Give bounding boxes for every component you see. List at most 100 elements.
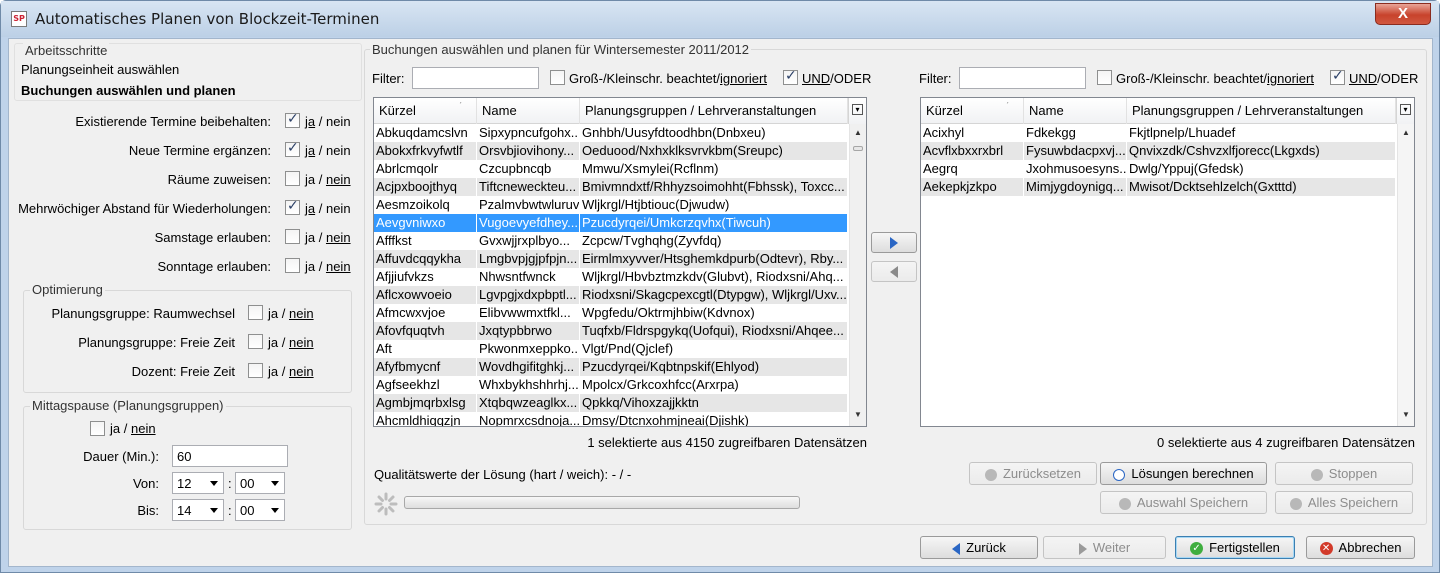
option-checkbox[interactable] [285,140,300,157]
table-row[interactable]: Agmbjmqrbxlsg Xtqbqwzeaglkx... Qpkkq/Vihox… [374,394,848,412]
table-cell: Ahcmldhiqqzjn [374,412,477,426]
table-cell: Mmwu/Xsmylei(Rcflnm) [580,160,848,178]
left-filter-input[interactable] [412,67,539,89]
table-cell: Pkwonmxeppko... [479,340,580,358]
table-cell: Vlgt/Pnd(Qjclef) [580,340,848,358]
col-name[interactable]: Name [1024,98,1127,124]
cancel-button[interactable]: ✕ Abbrechen [1306,536,1415,559]
optim-label: Planungsgruppe: Freie Zeit [78,335,235,350]
finish-button[interactable]: ✓ Fertigstellen [1175,536,1295,559]
left-scrollbar[interactable]: ▲ ▼ [849,124,866,426]
col-name[interactable]: Name [477,98,580,124]
left-case-label: Groß-/Kleinschr. beachtet/ignoriert [569,71,767,86]
stop-button[interactable]: Stoppen [1275,462,1413,485]
optim-checkbox[interactable] [248,305,263,320]
table-row[interactable]: Abrlcmqolr Czcupbncqb Mmwu/Xsmylei(Rcflnm) [374,160,848,178]
table-row[interactable]: Abkuqdamcslvn Sipxypncufgohx... Gnhbh/Uusy… [374,124,848,142]
table-row[interactable]: Aegrq Jxohmusoesyns... Dwlg/Yppuj(Gfedsk) [921,160,1396,178]
column-chooser-icon[interactable]: ▾ [1396,98,1414,124]
column-chooser-icon[interactable]: ▾ [848,98,866,124]
table-row[interactable]: Afffkst Gvxwjjrxplbyo... Zcpcw/Tvghqhg(Zyv… [374,232,848,250]
optim-checkbox[interactable] [248,334,263,349]
move-left-button[interactable] [871,261,917,282]
right-bookings-table[interactable]: Kürzel ˊ Name Planungsgruppen / Lehrvera… [920,97,1415,427]
table-cell: Wovdhgifitghkj... [477,358,580,376]
optim-checkbox[interactable] [248,363,263,378]
step-buchungen[interactable]: Buchungen auswählen und planen [21,83,236,98]
reset-button[interactable]: Zurücksetzen [969,462,1097,485]
option-checkbox[interactable] [285,229,300,244]
table-cell: Mpolcx/Grkcoxhfcc(Arxrpa) [580,376,848,394]
von-colon: : [228,476,232,491]
option-checkbox[interactable] [285,258,300,273]
save-selection-button[interactable]: Auswahl Speichern [1100,491,1267,514]
table-row[interactable]: Aevgvniwxo Vugoevyefdhey... Pzucdyrqei/Umk… [374,214,848,232]
move-right-button[interactable] [871,232,917,253]
right-filter-input[interactable] [959,67,1086,89]
scroll-down-icon[interactable]: ▼ [854,410,862,419]
left-case-checkbox[interactable] [550,70,565,85]
table-cell: Fkjtlpnelp/Lhuadef [1127,124,1396,142]
table-row[interactable]: Aflcxowvoeio Lgvpgjxdxpbptl... Riodxsni/Sk… [374,286,848,304]
bis-minute-select[interactable]: 00 [235,499,285,521]
right-filter-label: Filter: [919,71,952,86]
table-row[interactable]: Acixhyl Fdkekgg Fkjtlpnelp/Lhuadef [921,124,1396,142]
table-row[interactable]: Acjpxboojthyq Tiftcneweckteu... Bmivmndxtf… [374,178,848,196]
close-icon[interactable]: X [1375,3,1431,25]
back-button[interactable]: Zurück [920,536,1038,559]
table-row[interactable]: Aekepkjzkpo Mimjygdoynigq... Mwisot/Dcktse… [921,178,1396,196]
table-cell: Sipxypncufgohx... [479,124,580,142]
optimierung-title: Optimierung [30,282,105,297]
von-hour-select[interactable]: 12 [172,472,224,494]
scroll-thumb[interactable] [853,146,863,151]
right-und-checkbox[interactable] [1330,68,1345,85]
table-row[interactable]: Afmcwxvjoe Elibvwwmxtfkl... Wpgfedu/Oktrmj… [374,304,848,322]
left-und-checkbox[interactable] [783,68,798,85]
main-title: Buchungen auswählen und planen für Winte… [370,42,752,57]
table-cell: Mwisot/Dcktsehlzelch(Gxtttd) [1127,178,1396,196]
right-case-checkbox[interactable] [1097,70,1112,85]
option-label: Mehrwöchiger Abstand für Wiederholungen: [18,201,271,216]
option-checkbox[interactable] [285,111,300,128]
option-checkbox[interactable] [285,198,300,215]
table-row[interactable]: Aesmzoikolq Pzalmvbwtwluruv Wljkrgl/Htjbti… [374,196,848,214]
right-und-label: UND/ODER [1349,71,1419,86]
bis-hour-select[interactable]: 14 [172,499,224,521]
table-row[interactable]: Agfseekhzl Whxbykhshhrhj... Mpolcx/Grkcoxh… [374,376,848,394]
table-row[interactable]: Abokxfrkvyfwtlf Orsvbjiovihony... Oeduood/… [374,142,848,160]
table-cell: Wljkrgl/Htjbtiouc(Djwudw) [580,196,848,214]
table-row[interactable]: Acvflxbxxrxbrl Fysuwbdacpxvj... Qnvixzdk/C… [921,142,1396,160]
table-row[interactable]: Aft Pkwonmxeppko... Vlgt/Pnd(Qjclef) [374,340,848,358]
table-cell: Nhwsntfwnck [477,268,580,286]
table-row[interactable]: Ahcmldhiqqzjn Nopmrxcsdnoja... Dmsy/Dtcnxo… [374,412,848,426]
table-row[interactable]: Afyfbmycnf Wovdhgifitghkj... Pzucdyrqei/Kq… [374,358,848,376]
left-bookings-table[interactable]: Kürzel ˊ Name Planungsgruppen / Lehrvera… [373,97,867,427]
table-row[interactable]: Afovfquqtvh Jxqtypbbrwo Tuqfxb/Fldrspgykq(… [374,322,848,340]
step-planungseinheit[interactable]: Planungseinheit auswählen [21,62,179,77]
table-cell: Abrlcmqolr [374,160,477,178]
table-cell: Gvxwjjrxplbyo... [477,232,580,250]
option-checkbox[interactable] [285,171,300,186]
col-gruppen[interactable]: Planungsgruppen / Lehrveranstaltungen [580,98,848,124]
scroll-up-icon[interactable]: ▲ [854,128,862,137]
next-button[interactable]: Weiter [1043,536,1166,559]
table-cell: Aekepkjzkpo [921,178,1024,196]
mittag-ja: ja / nein [110,421,156,436]
compute-button[interactable]: Lösungen berechnen [1100,462,1267,485]
chevron-down-icon [210,481,218,486]
col-gruppen[interactable]: Planungsgruppen / Lehrveranstaltungen [1127,98,1396,124]
scroll-up-icon[interactable]: ▲ [1402,128,1410,137]
dauer-input[interactable]: 60 [172,445,288,467]
table-cell: Agfseekhzl [374,376,477,394]
table-row[interactable]: Afjjiufvkzs Nhwsntfwnck Wljkrgl/Hbvbztmzkd… [374,268,848,286]
von-minute-select[interactable]: 00 [235,472,285,494]
title-bar: SP Automatisches Planen von Blockzeit-Te… [1,1,1439,37]
save-all-button[interactable]: Alles Speichern [1275,491,1413,514]
table-cell: Pzucdyrqei/Umkcrzqvhx(Tiwcuh) [580,214,848,232]
table-cell: Aesmzoikolq [374,196,477,214]
mittag-checkbox[interactable] [90,421,105,436]
table-row[interactable]: Affuvdcqqykha Lmgbvpjgjpfpjn... Eirmlmxyvv… [374,250,848,268]
right-scrollbar[interactable]: ▲ ▼ [1397,124,1414,426]
bis-colon: : [228,503,232,518]
scroll-down-icon[interactable]: ▼ [1402,410,1410,419]
